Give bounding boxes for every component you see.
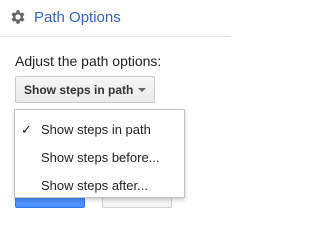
panel-header: Path Options — [0, 0, 231, 37]
menu-item-show-steps-after[interactable]: Show steps after... — [15, 172, 184, 200]
menu-item-show-steps-before[interactable]: Show steps before... — [15, 144, 184, 172]
gear-icon[interactable] — [9, 8, 27, 26]
panel-title: Path Options — [34, 9, 121, 26]
options-prompt: Adjust the path options: — [15, 53, 162, 69]
select-value: Show steps in path — [24, 83, 134, 97]
menu-item-label: Show steps in path — [41, 122, 151, 137]
chevron-down-icon — [138, 88, 146, 92]
checkmark-icon: ✓ — [21, 122, 32, 137]
menu-item-show-steps-in-path[interactable]: ✓ Show steps in path — [15, 116, 184, 144]
menu-item-label: Show steps before... — [41, 150, 160, 165]
path-options-select[interactable]: Show steps in path — [15, 76, 155, 103]
menu-item-label: Show steps after... — [41, 178, 148, 193]
path-options-menu: ✓ Show steps in path Show steps before..… — [14, 109, 185, 198]
